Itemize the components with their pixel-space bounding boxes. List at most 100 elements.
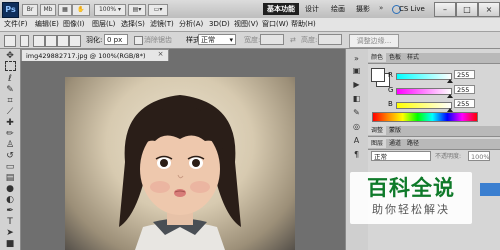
maximize-button[interactable]: □ (456, 2, 478, 17)
history-brush-tool-icon[interactable]: ↺ (4, 151, 16, 162)
eyedropper-tool-icon[interactable]: ⟋ (4, 107, 16, 118)
lasso-tool-icon[interactable]: ℓ (4, 74, 16, 85)
menu-file[interactable]: 文件(F) (4, 19, 28, 30)
preset-dropdown-icon[interactable] (20, 35, 29, 47)
tab-color[interactable]: 颜色 (368, 53, 387, 62)
red-slider[interactable] (396, 73, 452, 80)
character-panel-icon[interactable]: A (352, 136, 361, 145)
foreground-color-swatch[interactable] (371, 68, 385, 82)
menu-image[interactable]: 图像(I) (63, 19, 85, 30)
view-extras-button[interactable]: ▦ (58, 4, 72, 16)
blue-label: B (388, 100, 393, 108)
green-slider[interactable] (396, 88, 452, 95)
menu-3d[interactable]: 3D(D) (209, 19, 230, 30)
tab-adjustments[interactable]: 调整 (368, 126, 387, 135)
feather-input[interactable]: 0 px (104, 34, 128, 45)
antialias-checkbox[interactable] (134, 36, 143, 45)
workspace-photography-tab[interactable]: 摄影 (356, 3, 370, 15)
quick-select-tool-icon[interactable]: ✎ (4, 85, 16, 96)
watermark-subtitle: 助你轻松解决 (372, 203, 450, 216)
red-value[interactable]: 255 (454, 70, 475, 79)
color-spectrum-bar[interactable] (372, 112, 478, 122)
actions-panel-icon[interactable]: ▶ (352, 80, 361, 89)
red-slider-thumb[interactable] (447, 79, 453, 83)
refine-edge-button[interactable]: 调整边缘... (349, 34, 399, 48)
tab-styles[interactable]: 样式 (404, 53, 422, 62)
opacity-label: 不透明度: (435, 153, 462, 160)
add-to-selection-icon[interactable] (45, 35, 57, 47)
close-button[interactable]: × (478, 2, 500, 17)
workspace-painting-tab[interactable]: 绘画 (331, 3, 345, 15)
menu-layer[interactable]: 图层(L) (92, 19, 115, 30)
green-slider-thumb[interactable] (447, 94, 453, 98)
history-panel-icon[interactable]: ▣ (352, 66, 361, 75)
brush-panel-icon[interactable]: ✎ (352, 108, 361, 117)
menu-window[interactable]: 窗口(W) (262, 19, 288, 30)
bridge-button[interactable]: Br (22, 4, 38, 16)
minimize-button[interactable]: – (434, 2, 456, 17)
watermark-title: 百科全说 (367, 176, 455, 200)
path-select-tool-icon[interactable]: ➤ (4, 228, 16, 239)
shape-tool-icon[interactable]: ■ (4, 239, 16, 250)
workspace-design-tab[interactable]: 设计 (305, 3, 319, 15)
width-label: 宽度: (244, 36, 261, 44)
healing-tool-icon[interactable]: ✚ (4, 118, 16, 129)
green-value[interactable]: 255 (454, 85, 475, 94)
antialias-label: 消除锯齿 (144, 36, 172, 44)
minibridge-button[interactable]: Mb (40, 4, 56, 16)
height-input[interactable] (318, 34, 342, 45)
image-canvas[interactable] (65, 77, 295, 250)
tab-paths[interactable]: 路径 (404, 139, 422, 148)
adjustments-panel-tabs: 调整 蒙版 (368, 126, 500, 137)
menu-edit[interactable]: 编辑(E) (35, 19, 59, 30)
color-panel-tabs: 颜色 色板 样式 (368, 53, 500, 64)
menu-filter[interactable]: 滤镜(T) (150, 19, 174, 30)
blend-mode-select[interactable]: 正常 (371, 151, 431, 161)
tool-preset-icon[interactable] (4, 35, 16, 47)
style-value: 正常 (201, 36, 215, 44)
new-selection-icon[interactable] (33, 35, 45, 47)
menu-select[interactable]: 选择(S) (121, 19, 145, 30)
zoom-level-dropdown[interactable]: 100% ▾ (94, 4, 126, 16)
marquee-tool-icon[interactable] (5, 61, 16, 71)
green-label: G (388, 86, 394, 94)
hand-zoom-icon[interactable]: ✋ (72, 4, 90, 16)
gradient-tool-icon[interactable]: ▤ (4, 173, 16, 184)
menu-view[interactable]: 视图(V) (234, 19, 258, 30)
height-label: 高度: (301, 36, 318, 44)
blur-tool-icon[interactable]: ● (4, 184, 16, 195)
tab-layers[interactable]: 图层 (368, 139, 387, 148)
tab-channels[interactable]: 通道 (386, 139, 404, 148)
eraser-tool-icon[interactable]: ▭ (4, 162, 16, 173)
brush-tool-icon[interactable]: ✏ (4, 129, 16, 140)
more-workspaces-button[interactable]: » (379, 4, 391, 14)
clone-stamp-tool-icon[interactable]: ♙ (4, 140, 16, 151)
intersect-selection-icon[interactable] (69, 35, 81, 47)
document-tab[interactable]: img429882717.jpg @ 100%(RGB/8*) (21, 49, 169, 61)
selected-layer-row[interactable] (480, 183, 500, 196)
opacity-input[interactable]: 100% (468, 151, 490, 161)
clone-source-icon[interactable]: ◎ (352, 122, 361, 131)
dodge-tool-icon[interactable]: ◐ (4, 195, 16, 206)
tab-masks[interactable]: 蒙版 (386, 126, 404, 135)
type-tool-icon[interactable]: T (4, 217, 16, 228)
blue-value[interactable]: 255 (454, 99, 475, 108)
width-input[interactable] (260, 34, 284, 45)
crop-tool-icon[interactable]: ⌗ (4, 96, 16, 107)
pen-tool-icon[interactable]: ✒ (4, 206, 16, 217)
menu-analysis[interactable]: 分析(A) (179, 19, 203, 30)
swap-icon[interactable]: ⇄ (290, 35, 296, 45)
collapse-panels-icon[interactable]: » (352, 54, 361, 63)
cs-live-button[interactable]: CS Live (399, 3, 425, 15)
tab-swatches[interactable]: 色板 (386, 53, 404, 62)
subtract-selection-icon[interactable] (57, 35, 69, 47)
paragraph-panel-icon[interactable]: ¶ (352, 150, 361, 159)
blue-slider[interactable] (396, 102, 452, 109)
close-document-icon[interactable]: × (156, 50, 165, 59)
style-select[interactable]: 正常 ▾ (198, 34, 236, 45)
arrange-documents-button[interactable]: ▤▾ (128, 4, 146, 16)
menu-help[interactable]: 帮助(H) (291, 19, 316, 30)
workspace-essentials-tab[interactable]: 基本功能 (263, 3, 299, 15)
tool-presets-icon[interactable]: ◧ (352, 94, 361, 103)
screen-mode-button[interactable]: ▭▾ (148, 4, 168, 16)
